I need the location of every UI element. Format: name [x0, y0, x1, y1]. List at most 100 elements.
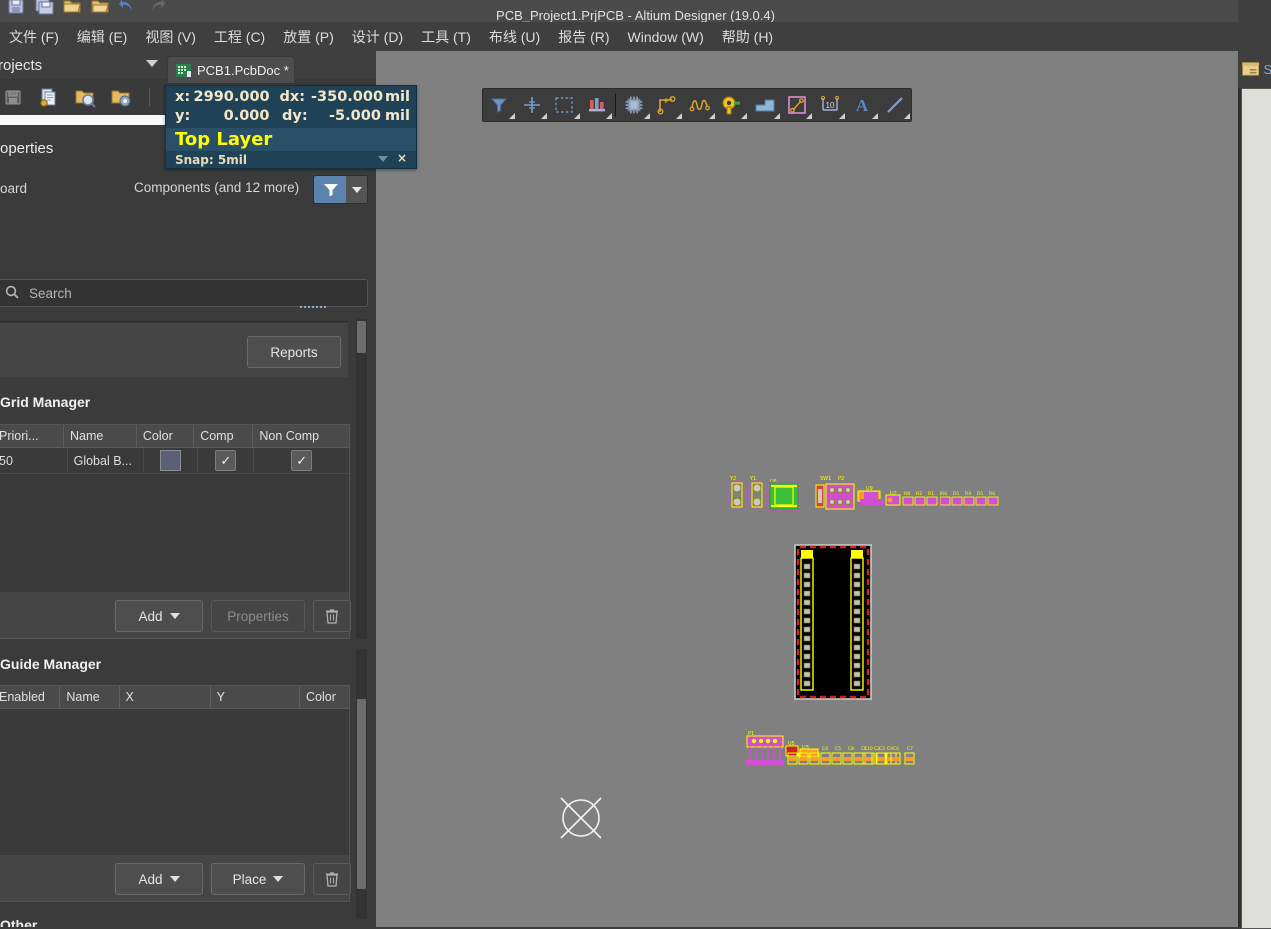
toolbar-pad-button[interactable]	[781, 90, 814, 120]
menu-tools[interactable]: 工具 (T)	[412, 24, 480, 50]
redo-icon[interactable]	[146, 0, 166, 16]
guide-section-scrollbar[interactable]	[356, 649, 367, 919]
column-name[interactable]: Name	[64, 425, 137, 447]
svg-text:R8: R8	[904, 491, 910, 497]
svg-text:C4: C4	[822, 746, 828, 752]
reports-button[interactable]: Reports	[247, 336, 341, 368]
place-pad-icon	[788, 96, 806, 114]
chevron-down-icon	[351, 186, 362, 193]
column-y[interactable]: Y	[211, 686, 300, 708]
scrollbar-thumb[interactable]	[357, 321, 366, 353]
pcb-placement-toolbar: 10 A	[482, 88, 912, 122]
open-folder-icon[interactable]	[62, 0, 82, 16]
menu-place[interactable]: 放置 (P)	[274, 24, 343, 50]
menu-window[interactable]: Window (W)	[619, 26, 713, 48]
right-dock-panel-body[interactable]	[1241, 88, 1271, 929]
column-x[interactable]: X	[120, 686, 211, 708]
scrollbar-thumb[interactable]	[357, 699, 366, 889]
hud-layer-label: Top Layer	[175, 129, 273, 150]
menu-edit[interactable]: 编辑 (E)	[68, 24, 137, 50]
grid-properties-button[interactable]: Properties	[211, 600, 305, 632]
guide-place-button[interactable]: Place	[211, 863, 305, 895]
menu-reports[interactable]: 报告 (R)	[549, 24, 618, 50]
toolbar-line-button[interactable]	[879, 90, 912, 120]
quick-access-toolbar	[0, 0, 166, 17]
open-project-icon[interactable]	[90, 0, 110, 16]
menu-design[interactable]: 设计 (D)	[343, 24, 412, 50]
guide-delete-button[interactable]	[313, 863, 351, 895]
hud-row-y: y: 0.000 dy: -5.000 mil	[166, 105, 416, 124]
checkbox-non-comp[interactable]: ✓	[291, 450, 313, 471]
save-document-icon[interactable]	[2, 86, 24, 108]
toolbar-place-component-button[interactable]	[581, 90, 614, 120]
filter-button[interactable]	[313, 175, 348, 204]
column-enabled[interactable]: Enabled	[0, 686, 61, 708]
configure-folder-icon[interactable]	[110, 86, 132, 108]
grid-add-button[interactable]: Add	[115, 600, 203, 632]
pcb-top-component-row[interactable]: Y2 Y1 U6 SW1 P2 U9U2 R8 R2 R1	[726, 469, 941, 517]
menu-route[interactable]: 布线 (U)	[480, 24, 549, 50]
toolbar-select-rect-button[interactable]	[548, 90, 581, 120]
grid-add-label: Add	[138, 608, 163, 624]
toolbar-dimension-button[interactable]: 10	[813, 90, 846, 120]
pcb-dip-component[interactable]	[794, 544, 872, 700]
hud-snap-label: Snap: 5mil	[175, 152, 247, 167]
table-row[interactable]: 50 Global B... ✓ ✓	[0, 448, 349, 474]
color-swatch[interactable]	[160, 450, 182, 471]
menu-project[interactable]: 工程 (C)	[205, 24, 274, 50]
svg-text:R6: R6	[941, 491, 947, 497]
pcb-resistor-group[interactable]: R6 R5 R4 R5 R6	[940, 469, 1000, 517]
guide-add-button[interactable]: Add	[115, 863, 203, 895]
dropdown-corner-icon	[741, 113, 748, 119]
browse-folder-icon[interactable]	[74, 86, 96, 108]
column-comp[interactable]: Comp	[194, 425, 254, 447]
chevron-down-icon[interactable]	[378, 156, 388, 162]
toolbar-ic-button[interactable]	[618, 90, 651, 120]
checkbox-comp[interactable]: ✓	[215, 450, 237, 471]
menu-view[interactable]: 视图 (V)	[136, 24, 205, 50]
document-tab-label: PCB1.PcbDoc *	[197, 62, 289, 78]
guide-place-label: Place	[232, 871, 267, 887]
grid-delete-button[interactable]	[313, 600, 351, 632]
pcb-canvas[interactable]: 10 A Y2 Y1 U6 SW1 P2 U9 U2 R8 R2 R1 R6 R…	[376, 51, 1238, 927]
dropdown-corner-icon	[541, 113, 548, 119]
menu-bar: 文件 (F) 编辑 (E) 视图 (V) 工程 (C) 放置 (P) 设计 (D…	[0, 22, 1271, 52]
menu-help[interactable]: 帮助 (H)	[713, 24, 782, 50]
grid-section-scrollbar[interactable]	[356, 319, 367, 639]
column-guide-color[interactable]: Color	[300, 686, 349, 708]
dropdown-corner-icon	[573, 113, 580, 119]
svg-text:C5: C5	[835, 746, 841, 752]
toolbar-route-button[interactable]	[651, 90, 684, 120]
toolbar-diffpair-button[interactable]	[683, 90, 716, 120]
cell-color[interactable]	[144, 448, 199, 473]
reports-section: Reports	[0, 323, 348, 377]
cell-comp[interactable]: ✓	[198, 448, 255, 473]
save-all-icon[interactable]	[34, 0, 54, 16]
chevron-down-icon[interactable]	[146, 60, 158, 67]
chevron-down-icon	[273, 876, 284, 882]
hud-y-key: y:	[175, 108, 191, 124]
undo-icon[interactable]	[118, 0, 138, 16]
toolbar-fill-button[interactable]	[748, 90, 781, 120]
search-input[interactable]: Search	[0, 279, 368, 307]
save-icon[interactable]	[6, 0, 26, 16]
column-color[interactable]: Color	[137, 425, 195, 447]
filter-dropdown-button[interactable]	[346, 175, 368, 204]
cell-non-comp[interactable]: ✓	[254, 448, 349, 473]
toolbar-filter-button[interactable]	[483, 90, 516, 120]
copy-documents-icon[interactable]	[38, 86, 60, 108]
toolbar-crosshair-button[interactable]	[516, 90, 549, 120]
close-icon[interactable]: ×	[388, 151, 407, 165]
column-non-comp[interactable]: Non Comp	[253, 425, 349, 447]
toolbar-string-button[interactable]: A	[846, 90, 879, 120]
dropdown-corner-icon	[643, 113, 650, 119]
dropdown-corner-icon	[839, 113, 845, 119]
column-guide-name[interactable]: Name	[60, 686, 120, 708]
menu-file[interactable]: 文件 (F)	[0, 24, 68, 50]
toolbar-via-button[interactable]	[716, 90, 749, 120]
document-tab-pcb1[interactable]: PCB1.PcbDoc *	[167, 56, 295, 83]
pcb-capacitor-group-right[interactable]: C10 C3 C6 C7	[862, 737, 920, 769]
projects-panel-title: rojects	[0, 56, 43, 74]
right-dock-tab[interactable]: Sl	[1238, 56, 1271, 82]
column-priority[interactable]: Priori...	[0, 425, 65, 447]
